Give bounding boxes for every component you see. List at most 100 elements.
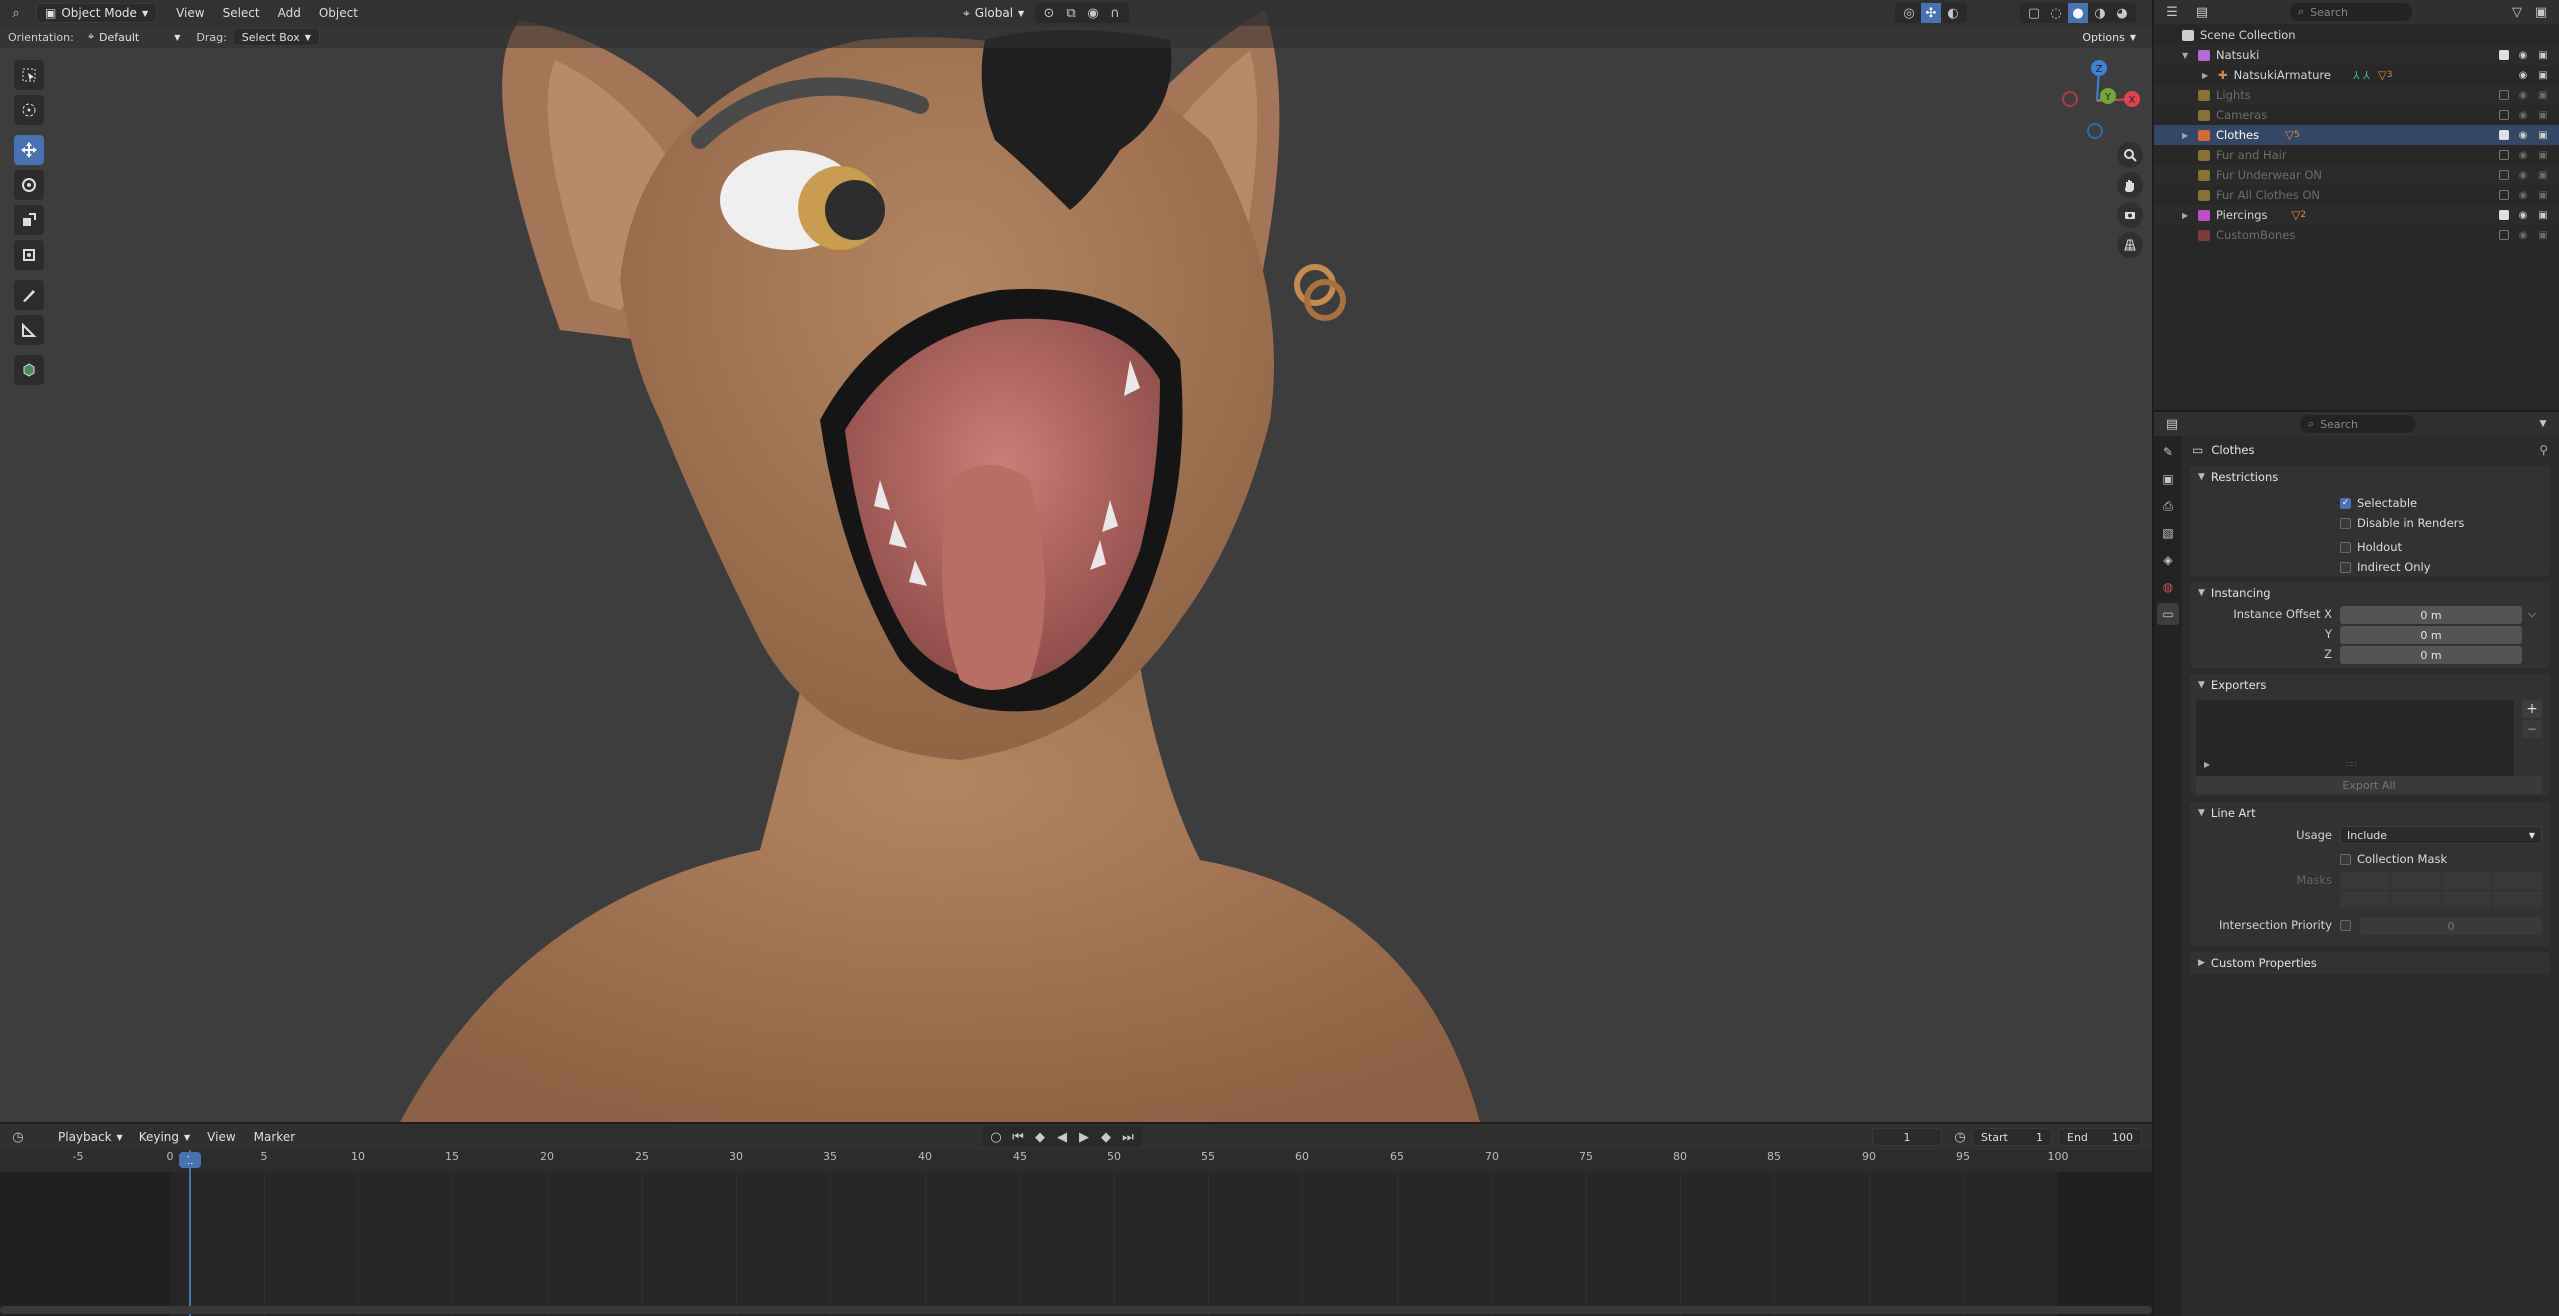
camera-view-icon[interactable] <box>2117 202 2143 228</box>
render-camera-icon[interactable]: ▣ <box>2537 189 2549 201</box>
menu-add[interactable]: Add <box>269 6 310 20</box>
timeline-editor[interactable]: ◷ Playback ▼ Keying ▼ View Marker ○ ⏮ ◆ ◀ … <box>0 1124 2152 1316</box>
scene-tab-icon[interactable]: ◈ <box>2157 549 2179 571</box>
eye-icon[interactable]: ◉ <box>2517 209 2529 221</box>
tool-tab-icon[interactable]: ✎ <box>2157 441 2179 463</box>
pan-icon[interactable] <box>2117 172 2143 198</box>
chevron-right-icon[interactable]: ▶ <box>2182 211 2192 220</box>
selectable-checkbox[interactable]: ✓ Selectable <box>2340 496 2417 510</box>
chevron-down-icon[interactable]: ⌵ <box>2528 607 2536 621</box>
gizmo-toggle-icon[interactable]: ✣ <box>1921 3 1941 23</box>
custom-properties-header[interactable]: ▶ Custom Properties <box>2190 952 2550 974</box>
visibility-icon[interactable]: ◎ <box>1899 3 1919 23</box>
line-art-header[interactable]: ▼ Line Art <box>2190 802 2550 824</box>
render-camera-icon[interactable]: ▣ <box>2537 109 2549 121</box>
mask-toggle[interactable] <box>2441 872 2492 890</box>
render-camera-icon[interactable]: ▣ <box>2537 229 2549 241</box>
timeline-track-area[interactable] <box>0 1150 2152 1316</box>
intersection-priority-checkbox[interactable] <box>2340 920 2351 931</box>
disable-in-renders-checkbox[interactable]: Disable in Renders <box>2340 516 2464 530</box>
mode-dropdown[interactable]: ▣ Object Mode ▼ <box>36 3 158 23</box>
instance-offset-z-field[interactable]: 0 m <box>2340 646 2522 664</box>
3d-viewport[interactable]: ⌕ ▣ Object Mode ▼ View Select Add Object… <box>0 0 2152 1122</box>
jump-start-icon[interactable]: ⏮ <box>1008 1127 1028 1147</box>
outliner-row-fur-all-clothes-on[interactable]: Fur All Clothes ON ◉ ▣ <box>2154 185 2559 205</box>
rotate-icon[interactable] <box>14 170 44 200</box>
remove-exporter-button[interactable]: − <box>2522 720 2542 738</box>
timeline-ruler[interactable]: -5 0 5 10 15 20 25 30 35 40 45 50 55 60 … <box>0 1150 2152 1172</box>
outliner-row-fur-underwear-on[interactable]: Fur Underwear ON ◉ ▣ <box>2154 165 2559 185</box>
exclude-checkbox[interactable] <box>2499 210 2509 220</box>
mask-toggle[interactable] <box>2340 872 2390 890</box>
render-camera-icon[interactable]: ▣ <box>2537 149 2549 161</box>
wireframe-shading-icon[interactable]: ◌ <box>2046 3 2066 23</box>
drag-dropdown[interactable]: Select Box ▼ <box>232 28 320 46</box>
play-reverse-icon[interactable]: ◀ <box>1052 1127 1072 1147</box>
resize-grip-icon[interactable]: ∷∷ <box>2346 760 2356 769</box>
menu-marker[interactable]: Marker <box>245 1130 304 1144</box>
jump-end-icon[interactable]: ⏭ <box>1118 1127 1138 1147</box>
scale-icon[interactable] <box>14 205 44 235</box>
start-frame-field[interactable]: Start 1 <box>1972 1128 2052 1146</box>
properties-editor-icon[interactable]: ▤ <box>2162 414 2182 434</box>
menu-select[interactable]: Select <box>214 6 269 20</box>
orientation-dropdown[interactable]: ⌖ Default ▼ <box>80 28 189 46</box>
menu-keying[interactable]: Keying ▼ <box>131 1127 198 1147</box>
exclude-checkbox[interactable] <box>2499 170 2509 180</box>
gizmo-neg-z[interactable] <box>2087 123 2103 139</box>
falloff-icon[interactable]: ∩ <box>1105 3 1125 23</box>
render-camera-icon[interactable]: ▣ <box>2537 69 2549 81</box>
select-box-icon[interactable] <box>14 60 44 90</box>
pivot-icon[interactable]: ⊙ <box>1039 3 1059 23</box>
collection-tab-icon[interactable]: ▭ <box>2157 603 2179 625</box>
render-camera-icon[interactable]: ▣ <box>2537 129 2549 141</box>
eye-icon[interactable]: ◉ <box>2517 49 2529 61</box>
intersection-priority-field[interactable]: 0 <box>2360 917 2542 935</box>
proportional-edit-icon[interactable]: ◉ <box>1083 3 1103 23</box>
render-camera-icon[interactable]: ▣ <box>2537 169 2549 181</box>
exclude-checkbox[interactable] <box>2499 230 2509 240</box>
outliner-row-cameras[interactable]: Cameras ◉ ▣ <box>2154 105 2559 125</box>
view-layer-tab-icon[interactable]: ▧ <box>2157 522 2179 544</box>
menu-object[interactable]: Object <box>310 6 367 20</box>
render-camera-icon[interactable]: ▣ <box>2537 49 2549 61</box>
outliner-row-piercings[interactable]: ▶ Piercings ▽ 2 ◉ ▣ <box>2154 205 2559 225</box>
zoom-icon[interactable] <box>2117 142 2143 168</box>
play-icon[interactable]: ▶ <box>1074 1127 1094 1147</box>
exclude-checkbox[interactable] <box>2499 130 2509 140</box>
usage-dropdown[interactable]: Include ▼ <box>2340 826 2542 844</box>
menu-view[interactable]: View <box>198 1130 244 1144</box>
collection-mask-checkbox[interactable]: Collection Mask <box>2340 852 2447 866</box>
indirect-only-checkbox[interactable]: Indirect Only <box>2340 560 2431 574</box>
expand-arrow-icon[interactable]: ▶ <box>2204 760 2210 769</box>
world-tab-icon[interactable]: ◍ <box>2157 576 2179 598</box>
chevron-right-icon[interactable]: ▶ <box>2182 131 2192 140</box>
current-frame-field[interactable]: 1 <box>1872 1128 1942 1146</box>
exclude-checkbox[interactable] <box>2499 150 2509 160</box>
preview-range-icon[interactable]: ◷ <box>1950 1127 1970 1147</box>
eye-icon[interactable]: ◉ <box>2517 189 2529 201</box>
exclude-checkbox[interactable] <box>2499 110 2509 120</box>
mask-toggle[interactable] <box>2441 890 2492 908</box>
eye-icon[interactable]: ◉ <box>2517 109 2529 121</box>
chevron-right-icon[interactable]: ▶ <box>2202 71 2212 80</box>
mask-toggle[interactable] <box>2390 890 2441 908</box>
mask-toggle[interactable] <box>2340 890 2390 908</box>
render-camera-icon[interactable]: ▣ <box>2537 89 2549 101</box>
outliner-row-natsuki[interactable]: ▼ Natsuki ◉ ▣ <box>2154 45 2559 65</box>
mask-toggle[interactable] <box>2390 872 2441 890</box>
gizmo-neg-x[interactable] <box>2062 91 2078 107</box>
instance-offset-x-field[interactable]: 0 m <box>2340 606 2522 624</box>
measure-icon[interactable] <box>14 315 44 345</box>
prev-keyframe-icon[interactable]: ◆ <box>1030 1127 1050 1147</box>
menu-playback[interactable]: Playback ▼ <box>50 1127 131 1147</box>
chevron-down-icon[interactable]: ▼ <box>2533 414 2553 434</box>
next-keyframe-icon[interactable]: ◆ <box>1096 1127 1116 1147</box>
outliner-row-custom-bones[interactable]: CustomBones ◉ ▣ <box>2154 225 2559 245</box>
chevron-down-icon[interactable]: ▼ <box>2182 51 2192 60</box>
render-tab-icon[interactable]: ▣ <box>2157 468 2179 490</box>
ortho-grid-icon[interactable] <box>2117 232 2143 258</box>
navigation-gizmo[interactable]: X Y Z <box>2052 56 2142 146</box>
properties-search-input[interactable]: ⌕ Search <box>2300 415 2416 433</box>
properties-editor[interactable]: ▤ ⌕ Search ▼ ✎ ▣ ⎙ ▧ ◈ ◍ ▭ ▭ Clothes ⚲ ▼… <box>2154 412 2559 1316</box>
